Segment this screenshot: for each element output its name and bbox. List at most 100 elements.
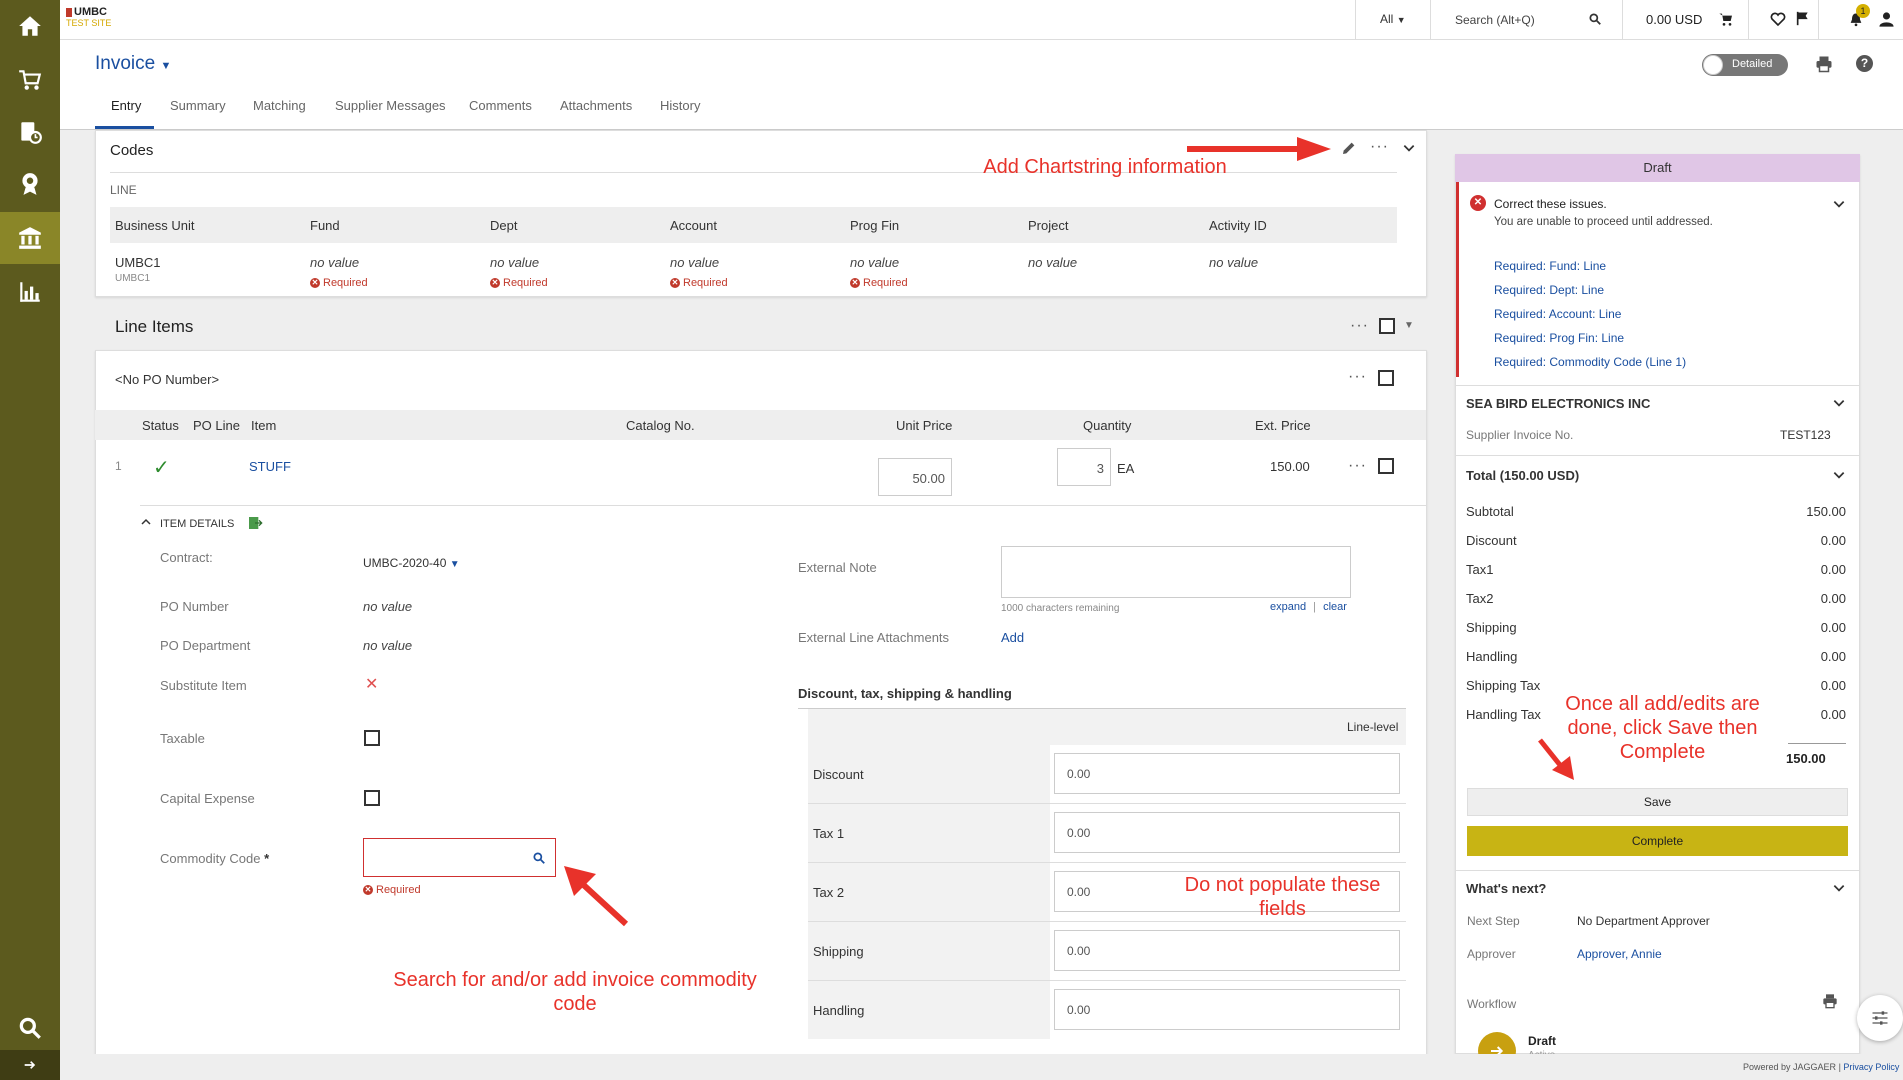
tab-comments[interactable]: Comments bbox=[469, 98, 532, 113]
tab-attachments[interactable]: Attachments bbox=[560, 98, 632, 113]
add-attachment-link[interactable]: Add bbox=[1001, 630, 1024, 645]
favorites-icon[interactable] bbox=[1770, 11, 1786, 30]
project-value: no value bbox=[1028, 255, 1078, 270]
col-quantity: Quantity bbox=[1083, 418, 1132, 433]
col-project: Project bbox=[1028, 218, 1069, 233]
whats-next-title[interactable]: What's next? bbox=[1466, 881, 1546, 896]
capital-expense-checkbox[interactable] bbox=[364, 790, 380, 806]
item-details-label[interactable]: ITEM DETAILS bbox=[160, 518, 234, 530]
line-select-checkbox[interactable] bbox=[1378, 458, 1394, 474]
print-icon[interactable] bbox=[1815, 55, 1833, 76]
issue-link-dept[interactable]: Required: Dept: Line bbox=[1494, 283, 1604, 297]
taxable-checkbox[interactable] bbox=[364, 730, 380, 746]
cart-total[interactable]: 0.00 USD bbox=[1646, 12, 1702, 27]
user-icon[interactable] bbox=[1878, 11, 1895, 31]
workflow-print-icon[interactable] bbox=[1822, 993, 1838, 1012]
unit-price-input[interactable]: 50.00 bbox=[878, 458, 952, 496]
help-icon[interactable]: ? bbox=[1856, 55, 1873, 72]
active-tab-indicator bbox=[95, 126, 154, 129]
chevron-down-icon[interactable] bbox=[1402, 141, 1416, 158]
issue-link-prog-fin[interactable]: Required: Prog Fin: Line bbox=[1494, 331, 1624, 345]
item-link[interactable]: STUFF bbox=[249, 459, 291, 474]
col-dept: Dept bbox=[490, 218, 518, 233]
clear-link[interactable]: clear bbox=[1323, 601, 1347, 613]
dept-value: no value bbox=[490, 255, 540, 270]
chevron-up-icon[interactable] bbox=[140, 516, 152, 531]
chevron-down-icon[interactable] bbox=[1832, 468, 1846, 485]
line-items-more-icon[interactable]: ··· bbox=[1350, 317, 1369, 335]
issue-link-commodity[interactable]: Required: Commodity Code (Line 1) bbox=[1494, 355, 1686, 369]
tax1-input[interactable]: 0.00 bbox=[1054, 812, 1400, 853]
uom-value: EA bbox=[1117, 461, 1135, 476]
cart-icon[interactable] bbox=[0, 56, 60, 104]
detailed-toggle[interactable]: Detailed bbox=[1702, 54, 1788, 76]
handling-label: Handling bbox=[813, 1003, 865, 1018]
page-title[interactable]: Invoice ▼ bbox=[95, 53, 171, 75]
supplier-invoice-value: TEST123 bbox=[1780, 428, 1831, 442]
chevron-down-icon[interactable] bbox=[1832, 881, 1846, 898]
issue-link-account[interactable]: Required: Account: Line bbox=[1494, 307, 1621, 321]
chart-icon[interactable] bbox=[0, 268, 60, 316]
caret-down-icon[interactable]: ▼ bbox=[1404, 320, 1414, 331]
line-items-select-all-checkbox[interactable] bbox=[1379, 318, 1395, 334]
export-details-icon[interactable] bbox=[247, 515, 263, 534]
total-row-handling: Handling 0.00 bbox=[1466, 649, 1846, 664]
col-activity-id: Activity ID bbox=[1209, 218, 1267, 233]
tab-matching[interactable]: Matching bbox=[253, 98, 306, 113]
external-note-textarea[interactable] bbox=[1001, 546, 1351, 598]
search-icon[interactable] bbox=[532, 851, 546, 865]
settings-sliders-icon[interactable] bbox=[1857, 995, 1903, 1041]
quantity-input[interactable]: 3 bbox=[1057, 448, 1111, 486]
error-bar bbox=[1456, 182, 1459, 377]
chevron-down-icon[interactable] bbox=[1832, 396, 1846, 413]
issue-link-fund[interactable]: Required: Fund: Line bbox=[1494, 259, 1606, 273]
next-step-label: Next Step bbox=[1467, 914, 1520, 928]
handling-input[interactable]: 0.00 bbox=[1054, 989, 1400, 1030]
total-row-shipping: Shipping 0.00 bbox=[1466, 620, 1846, 635]
privacy-policy-link[interactable]: Privacy Policy bbox=[1843, 1062, 1899, 1072]
bank-icon[interactable] bbox=[0, 212, 60, 264]
commodity-code-input[interactable] bbox=[363, 838, 556, 877]
cart-icon[interactable] bbox=[1718, 11, 1734, 30]
edit-pencil-icon[interactable] bbox=[1341, 140, 1357, 159]
save-button[interactable]: Save bbox=[1467, 788, 1848, 816]
home-icon[interactable] bbox=[0, 2, 60, 50]
expand-link[interactable]: expand bbox=[1270, 601, 1306, 613]
global-search-input[interactable]: Search (Alt+Q) bbox=[1455, 13, 1535, 27]
approver-label: Approver bbox=[1467, 947, 1516, 961]
ext-price-value: 150.00 bbox=[1270, 459, 1310, 474]
po-select-checkbox[interactable] bbox=[1378, 370, 1394, 386]
supplier-name[interactable]: SEA BIRD ELECTRONICS INC bbox=[1466, 396, 1650, 411]
tab-summary[interactable]: Summary bbox=[170, 98, 226, 113]
tab-entry[interactable]: Entry bbox=[111, 98, 141, 113]
line-level-label: Line-level bbox=[1347, 720, 1399, 734]
search-icon[interactable] bbox=[0, 1004, 60, 1052]
dtsh-label-column bbox=[808, 709, 1050, 1039]
approver-link[interactable]: Approver, Annie bbox=[1577, 947, 1662, 961]
expand-arrow-icon[interactable] bbox=[0, 1050, 60, 1080]
discount-input[interactable]: 0.00 bbox=[1054, 753, 1400, 794]
grand-total: 150.00 bbox=[1786, 751, 1826, 766]
ext-attachments-label: External Line Attachments bbox=[798, 630, 950, 645]
contract-select[interactable]: UMBC-2020-40 ▼ bbox=[363, 556, 460, 570]
search-scope-select[interactable]: All ▼ bbox=[1380, 12, 1406, 26]
dept-required: ✕ Required bbox=[490, 277, 548, 289]
line-items-title: Line Items bbox=[115, 317, 194, 336]
complete-button[interactable]: Complete bbox=[1467, 826, 1848, 856]
po-more-icon[interactable]: ··· bbox=[1348, 368, 1367, 386]
tax2-label: Tax 2 bbox=[813, 885, 845, 900]
total-title[interactable]: Total (150.00 USD) bbox=[1466, 468, 1579, 483]
search-icon[interactable] bbox=[1588, 12, 1602, 29]
badge-icon[interactable] bbox=[0, 160, 60, 208]
shipping-input[interactable]: 0.00 bbox=[1054, 930, 1400, 971]
flag-icon[interactable] bbox=[1795, 10, 1811, 30]
supplier-invoice-label: Supplier Invoice No. bbox=[1466, 428, 1574, 442]
tab-history[interactable]: History bbox=[660, 98, 700, 113]
notification-badge: 1 bbox=[1856, 4, 1870, 18]
orders-icon[interactable] bbox=[0, 108, 60, 156]
tab-supplier-messages[interactable]: Supplier Messages bbox=[335, 98, 446, 113]
workflow-label: Workflow bbox=[1467, 997, 1517, 1011]
chevron-down-icon[interactable] bbox=[1832, 197, 1846, 214]
line-more-icon[interactable]: ··· bbox=[1348, 457, 1367, 475]
codes-more-icon[interactable]: ··· bbox=[1370, 138, 1389, 156]
